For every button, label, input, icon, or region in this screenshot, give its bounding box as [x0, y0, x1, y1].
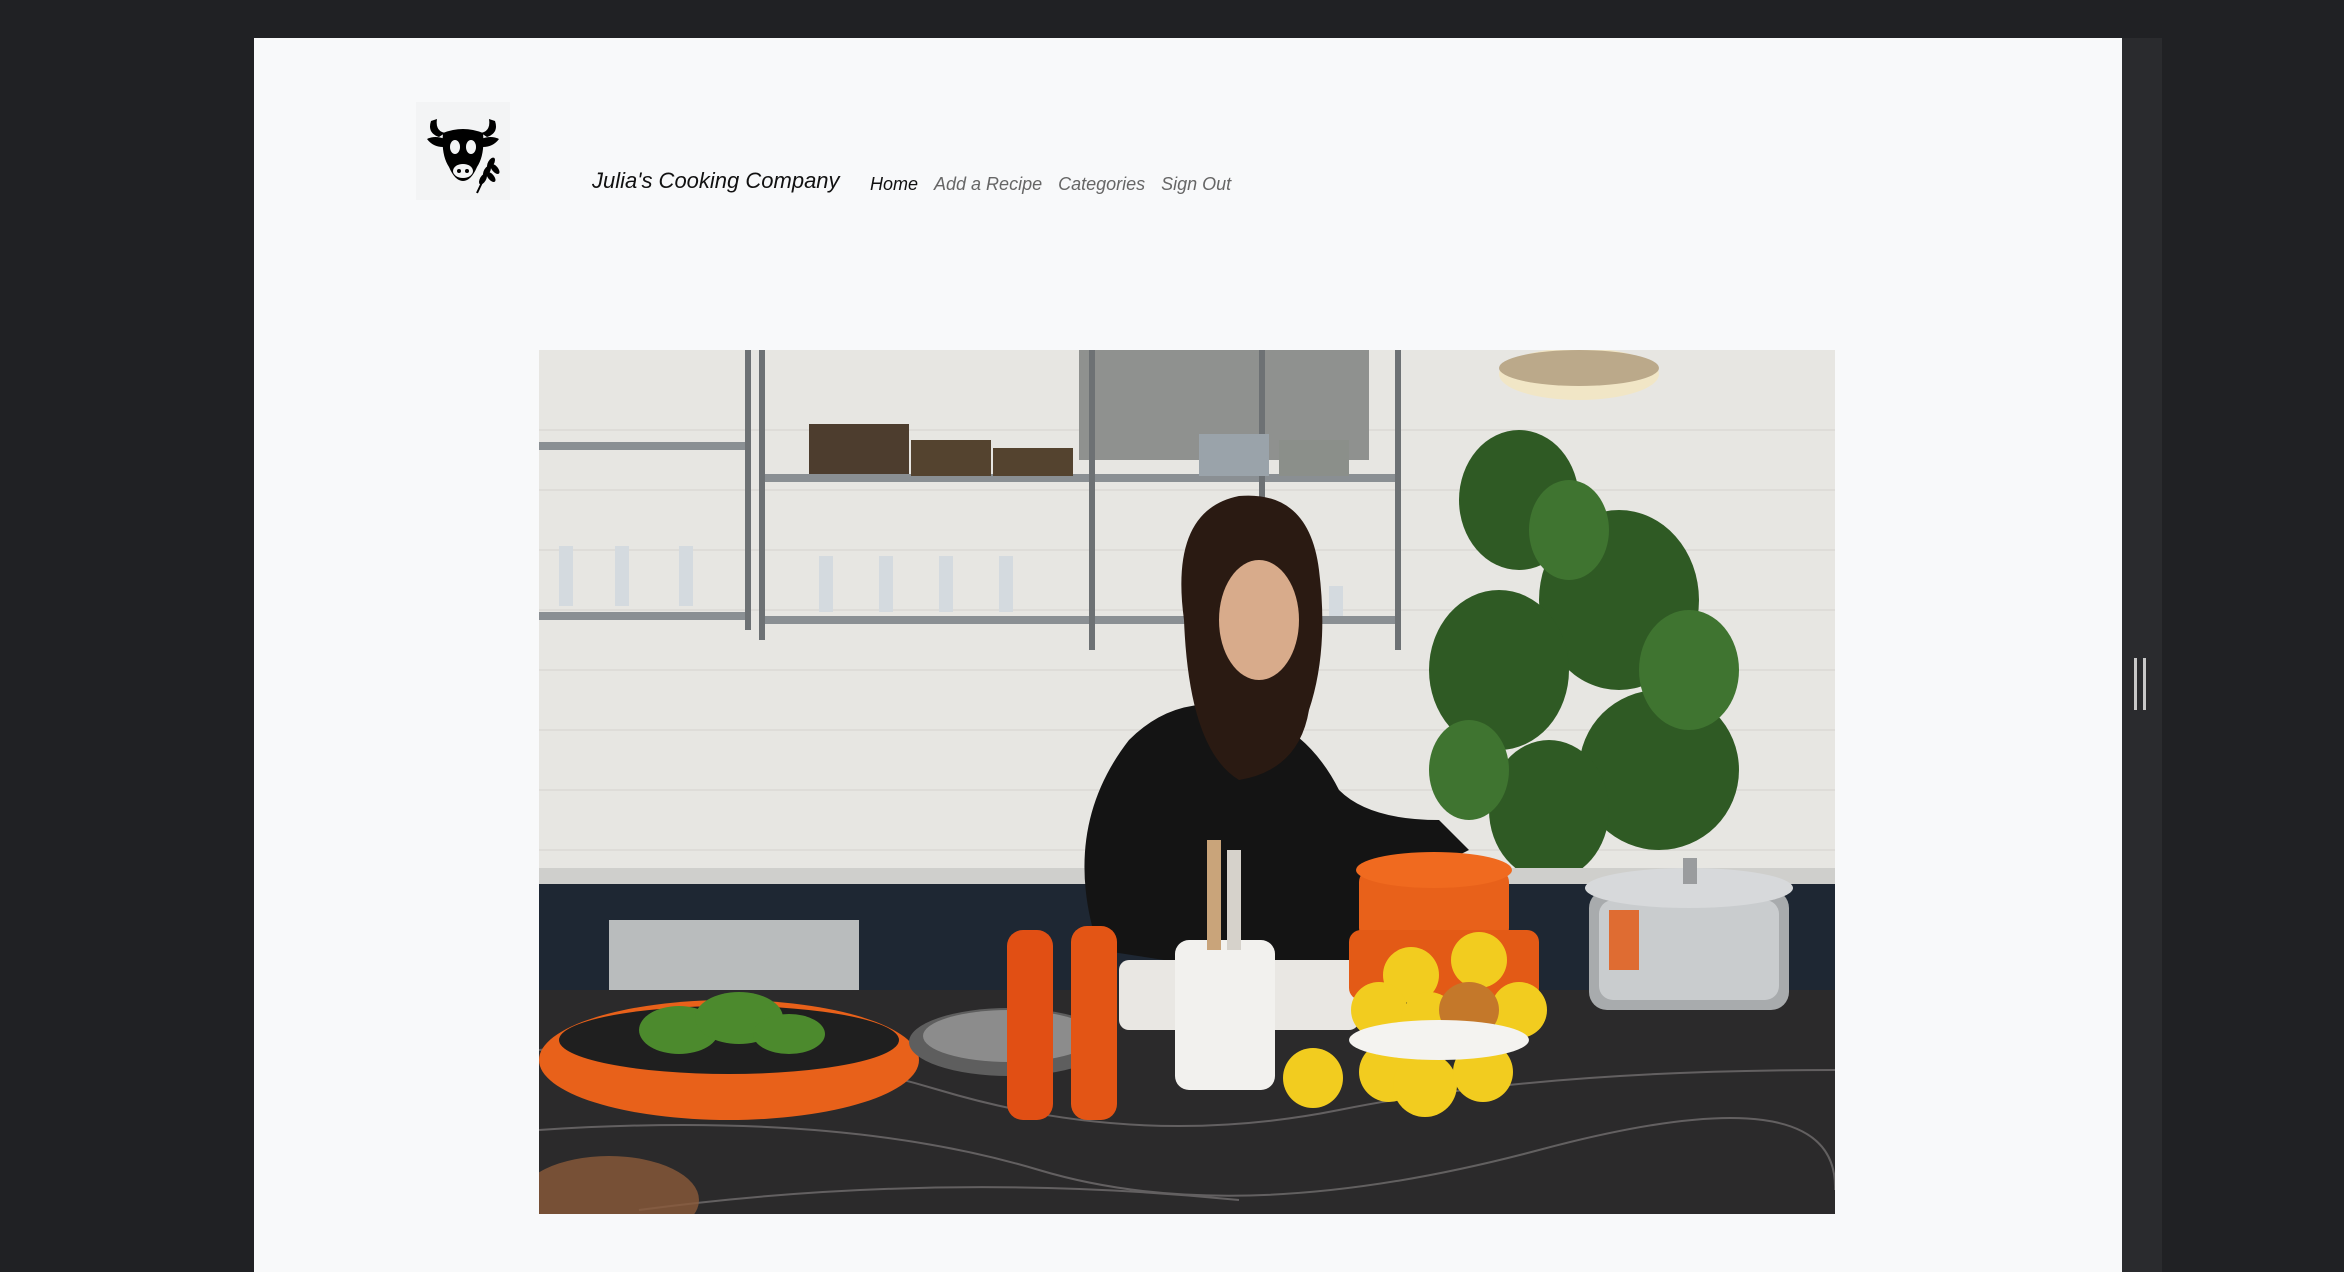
kitchen-photo — [539, 350, 1835, 1214]
hero-image — [539, 350, 1835, 1214]
page-frame: Julia's Cooking Company Home Add a Recip… — [254, 38, 2122, 1272]
cow-with-wheat-icon — [427, 119, 500, 194]
brand-name[interactable]: Julia's Cooking Company — [592, 168, 840, 194]
resize-handle[interactable] — [2134, 658, 2146, 710]
main-nav: Home Add a Recipe Categories Sign Out — [870, 174, 1231, 195]
logo[interactable] — [416, 102, 510, 200]
side-gutter — [2122, 38, 2162, 1272]
nav-add-recipe[interactable]: Add a Recipe — [934, 174, 1042, 195]
nav-sign-out[interactable]: Sign Out — [1161, 174, 1231, 195]
site-header: Julia's Cooking Company Home Add a Recip… — [254, 38, 2122, 256]
nav-categories[interactable]: Categories — [1058, 174, 1145, 195]
nav-home[interactable]: Home — [870, 174, 918, 195]
